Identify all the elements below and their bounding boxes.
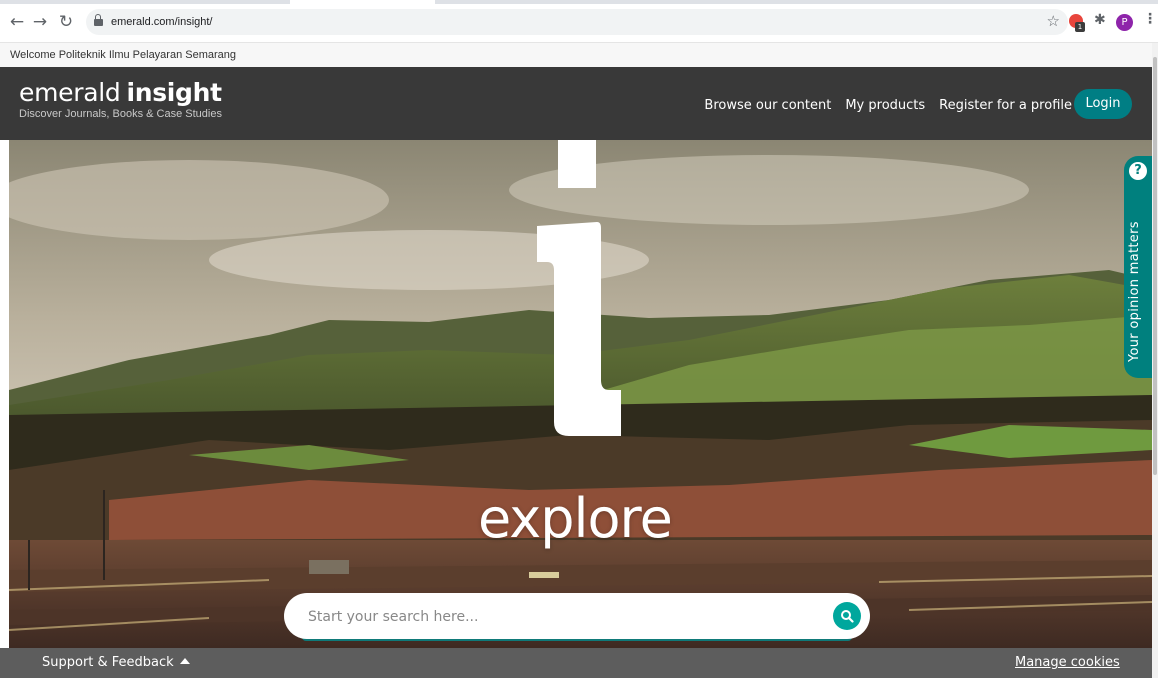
search-icon: [841, 610, 854, 623]
hero-headline: explore: [478, 487, 673, 550]
nav-my-products[interactable]: My products: [845, 98, 925, 113]
reload-icon[interactable]: ↻: [55, 10, 77, 34]
hero-banner: [9, 140, 1152, 648]
nav-register-profile[interactable]: Register for a profile: [939, 98, 1072, 113]
search-input[interactable]: [306, 604, 810, 630]
search-area: [284, 593, 870, 641]
extension-icon[interactable]: 1: [1069, 14, 1085, 32]
nav-browse-content[interactable]: Browse our content: [704, 98, 831, 113]
site-header: emerald insight Discover Journals, Books …: [0, 67, 1152, 140]
extensions-puzzle-icon[interactable]: ✱: [1094, 12, 1106, 28]
main-nav: Browse our content My products Register …: [704, 98, 1072, 113]
manage-cookies-link[interactable]: Manage cookies: [1015, 655, 1120, 670]
login-button[interactable]: Login: [1074, 89, 1132, 119]
support-feedback-toggle[interactable]: Support & Feedback: [42, 655, 190, 670]
footer-bar: Support & Feedback Manage cookies: [0, 648, 1152, 678]
caret-up-icon: [179, 658, 190, 664]
search-box: [284, 593, 870, 639]
logo-word-emerald: emerald: [19, 78, 121, 107]
forward-arrow-icon[interactable]: →: [29, 10, 51, 34]
hero-landscape-image: [9, 140, 1152, 648]
back-arrow-icon[interactable]: ←: [6, 10, 28, 34]
support-feedback-label: Support & Feedback: [42, 655, 174, 670]
profile-avatar[interactable]: P: [1116, 14, 1133, 31]
scrollbar-thumb[interactable]: [1153, 57, 1157, 475]
lock-icon[interactable]: [94, 13, 103, 27]
logo-word-insight: insight: [126, 78, 222, 107]
browser-toolbar: ← → ↻ emerald.com/insight/ ☆ 1 ✱ P ⋮: [0, 4, 1158, 43]
emerald-insight-logo[interactable]: emerald insight Discover Journals, Books …: [19, 78, 222, 121]
extension-badge: 1: [1075, 22, 1085, 32]
feedback-tab-label[interactable]: Your opinion matters: [1127, 221, 1142, 362]
page-scrollbar[interactable]: [1152, 43, 1158, 678]
logo-tagline: Discover Journals, Books & Case Studies: [19, 108, 222, 120]
address-bar[interactable]: emerald.com/insight/ ☆: [86, 9, 1068, 35]
url-text[interactable]: emerald.com/insight/: [111, 16, 213, 28]
browser-menu-icon[interactable]: ⋮: [1143, 11, 1157, 27]
institution-welcome: Welcome Politeknik Ilmu Pelayaran Semara…: [0, 43, 1152, 67]
bookmark-star-icon[interactable]: ☆: [1047, 12, 1060, 30]
feedback-question-icon: ?: [1129, 162, 1147, 180]
search-button[interactable]: [833, 602, 861, 630]
